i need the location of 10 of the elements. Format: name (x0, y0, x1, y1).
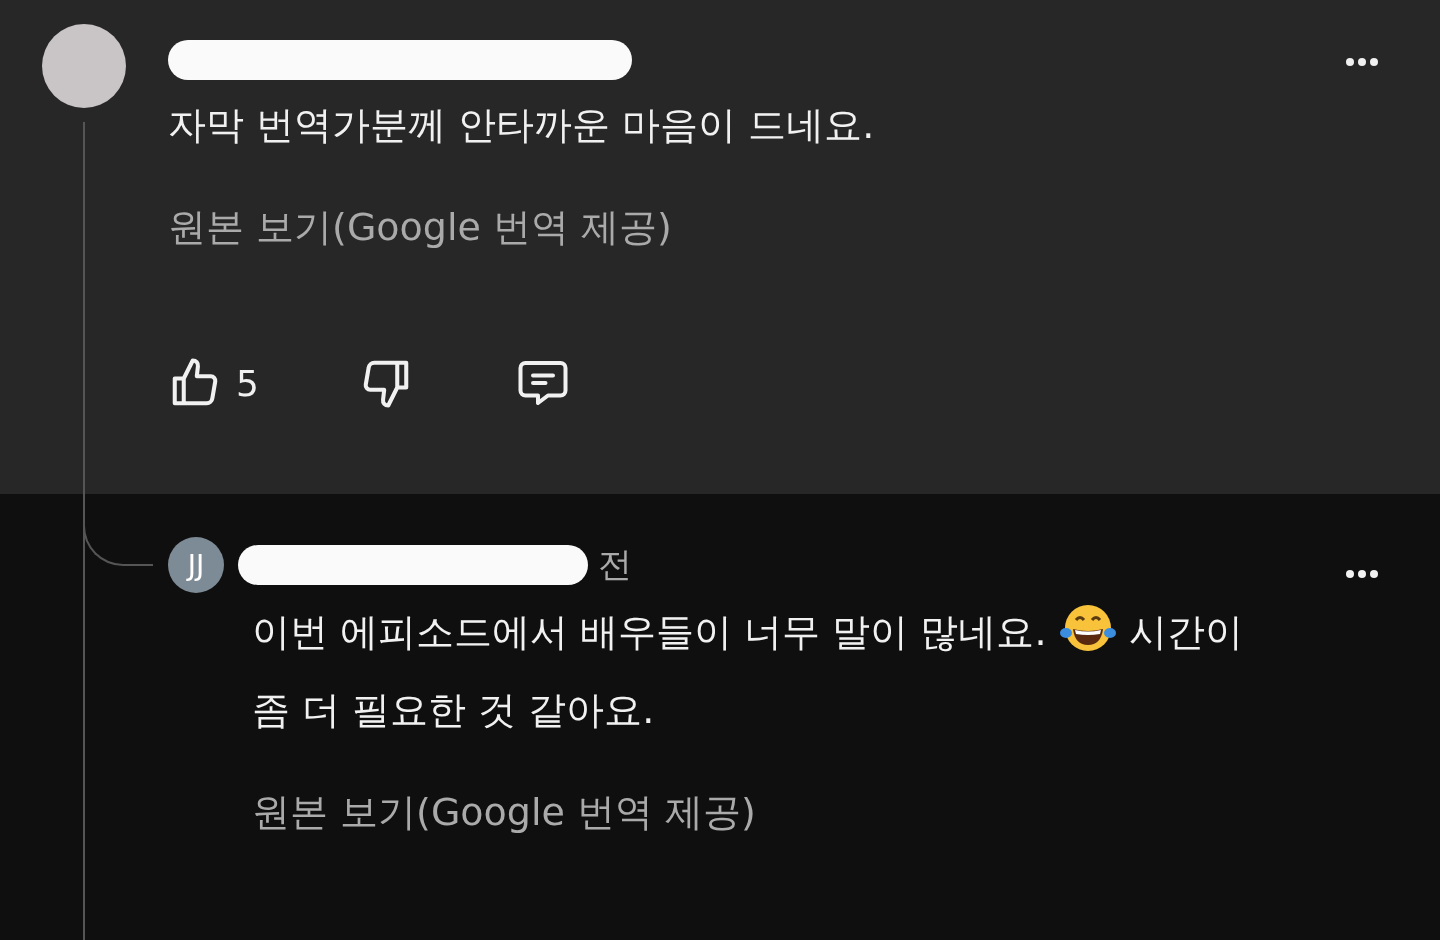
comment-text: 자막 번역가분께 안타까운 마음이 드네요. (168, 102, 876, 149)
translation-link[interactable]: 원본 보기(Google 번역 제공) (168, 202, 672, 253)
avatar-initials: JJ (168, 537, 224, 593)
comment-time: 전 (598, 543, 632, 586)
laughing-tears-emoji-icon (1058, 603, 1117, 653)
translation-link[interactable]: 원본 보기(Google 번역 제공) (252, 787, 756, 838)
like-button[interactable]: 5 (168, 356, 259, 410)
more-options-button[interactable] (1346, 570, 1378, 578)
reply-text: 이번 에피소드에서 배우들이 너무 말이 많네요. 시간이 좀 더 필요한 것 같아요. (252, 593, 1262, 749)
more-options-button[interactable] (1346, 58, 1378, 66)
